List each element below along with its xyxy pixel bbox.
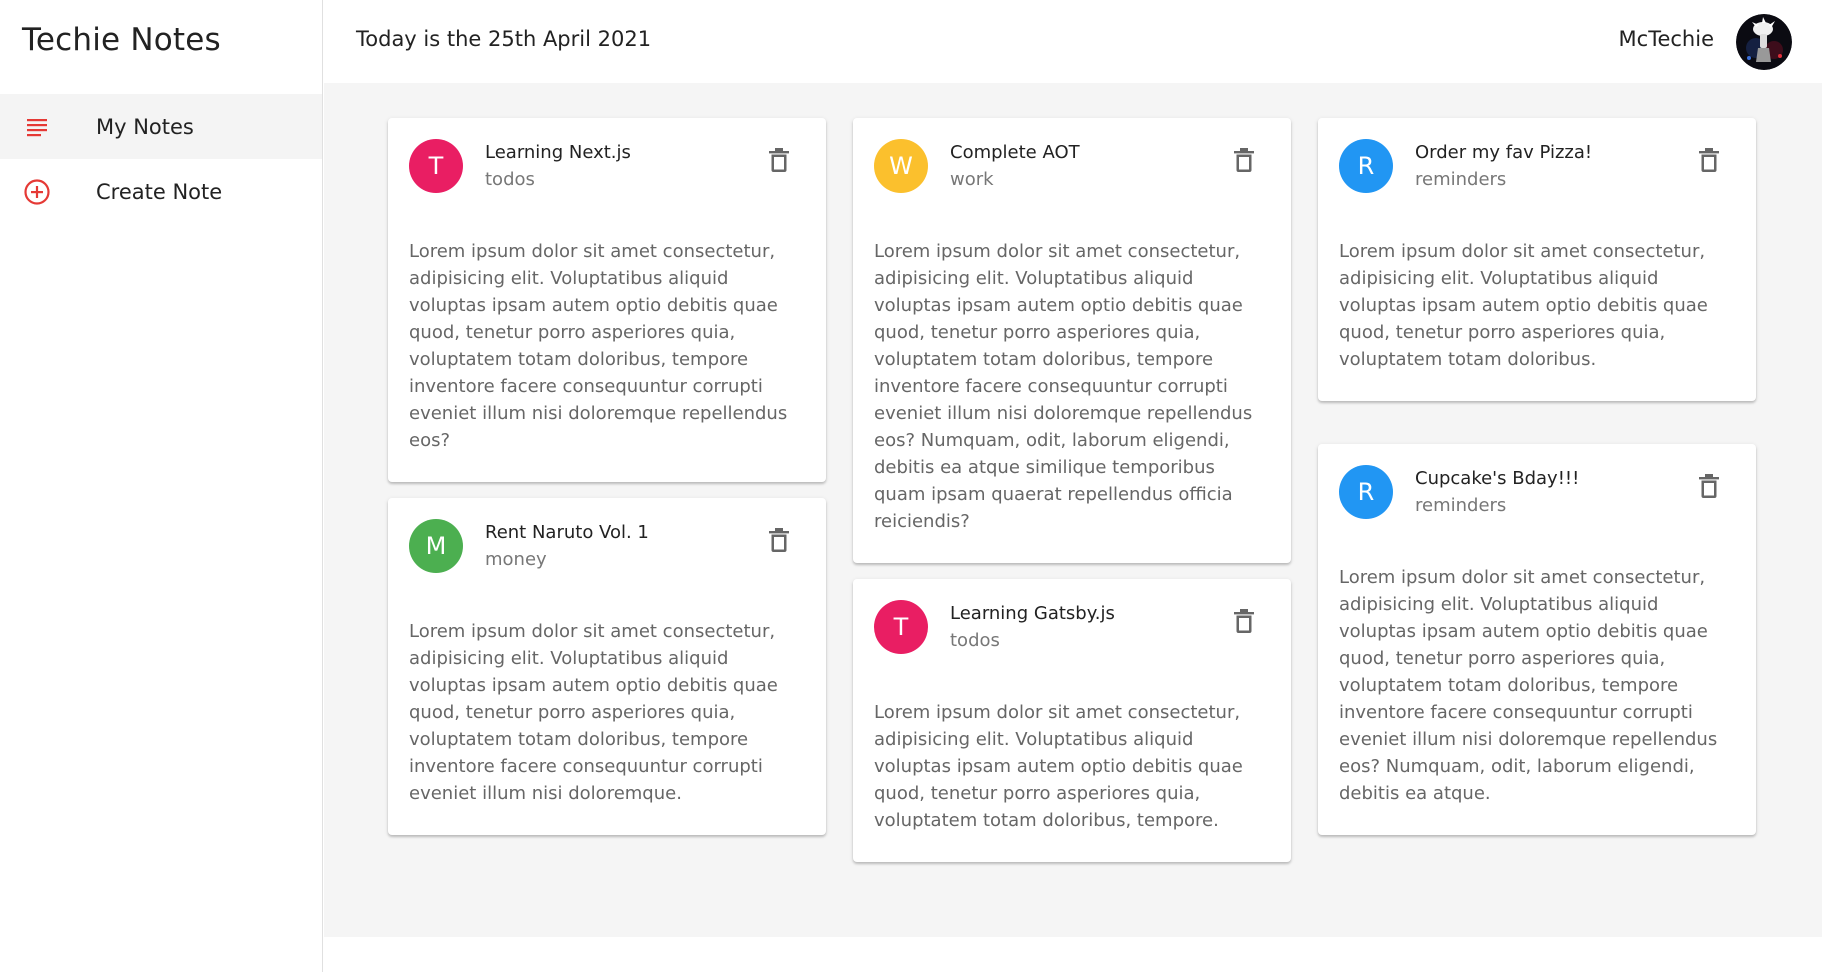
subject-icon (23, 113, 51, 141)
note-body: Lorem ipsum dolor sit amet consectetur, … (1339, 241, 1708, 370)
note-avatar: M (409, 519, 463, 573)
sidebar-nav: My Notes Create Note (0, 94, 322, 224)
note-card: T Learning Next.js todos Lorem ipsum dol… (388, 118, 826, 482)
card-header: R Cupcake's Bday!!! reminders (1318, 444, 1756, 564)
trash-icon (769, 528, 789, 552)
card-header: T Learning Next.js todos (388, 118, 826, 238)
note-title: Cupcake's Bday!!! (1415, 468, 1580, 489)
delete-button[interactable] (1230, 145, 1258, 175)
app-title: Techie Notes (22, 22, 221, 58)
note-body: Lorem ipsum dolor sit amet consectetur, … (1339, 567, 1718, 804)
note-category: todos (485, 169, 535, 190)
trash-icon (1699, 148, 1719, 172)
note-category: reminders (1415, 169, 1507, 190)
note-category: reminders (1415, 495, 1507, 516)
note-card: R Order my fav Pizza! reminders Lorem ip… (1318, 118, 1756, 401)
app-root: Techie Notes My Notes Create Note Today … (0, 0, 1822, 972)
note-card: T Learning Gatsby.js todos Lorem ipsum d… (853, 579, 1291, 862)
user-avatar[interactable] (1736, 14, 1792, 70)
delete-button[interactable] (1695, 145, 1723, 175)
card-header: W Complete AOT work (853, 118, 1291, 238)
delete-button[interactable] (1230, 606, 1258, 636)
trash-icon (769, 148, 789, 172)
note-category: money (485, 549, 547, 570)
note-title: Learning Gatsby.js (950, 603, 1115, 624)
sidebar-item-label: Create Note (96, 179, 223, 204)
note-body: Lorem ipsum dolor sit amet consectetur, … (874, 702, 1243, 831)
sidebar-item-create-note[interactable]: Create Note (0, 159, 322, 224)
delete-button[interactable] (765, 525, 793, 555)
note-body: Lorem ipsum dolor sit amet consectetur, … (874, 241, 1253, 532)
note-title: Order my fav Pizza! (1415, 142, 1593, 163)
add-circle-icon (23, 178, 51, 206)
sidebar-item-label: My Notes (96, 114, 194, 139)
trash-icon (1234, 609, 1254, 633)
top-app-bar: Today is the 25th April 2021 McTechie (324, 0, 1822, 83)
note-category: work (950, 169, 994, 190)
date-text: Today is the 25th April 2021 (356, 27, 652, 51)
note-avatar: W (874, 139, 928, 193)
trash-icon (1699, 474, 1719, 498)
trash-icon (1234, 148, 1254, 172)
delete-button[interactable] (765, 145, 793, 175)
note-body: Lorem ipsum dolor sit amet consectetur, … (409, 621, 778, 804)
note-title: Learning Next.js (485, 142, 631, 163)
note-card: M Rent Naruto Vol. 1 money Lorem ipsum d… (388, 498, 826, 835)
avatar-image-icon (1736, 14, 1792, 70)
note-body: Lorem ipsum dolor sit amet consectetur, … (409, 241, 788, 451)
card-header: T Learning Gatsby.js todos (853, 579, 1291, 699)
note-card: R Cupcake's Bday!!! reminders Lorem ipsu… (1318, 444, 1756, 835)
delete-button[interactable] (1695, 471, 1723, 501)
sidebar-item-my-notes[interactable]: My Notes (0, 94, 322, 159)
note-avatar: R (1339, 139, 1393, 193)
sidebar: Techie Notes My Notes Create Note (0, 0, 323, 972)
note-category: todos (950, 630, 1000, 651)
username: McTechie (1618, 27, 1714, 51)
card-header: R Order my fav Pizza! reminders (1318, 118, 1756, 238)
notes-grid: T Learning Next.js todos Lorem ipsum dol… (324, 83, 1822, 937)
note-avatar: T (409, 139, 463, 193)
note-title: Complete AOT (950, 142, 1080, 163)
card-header: M Rent Naruto Vol. 1 money (388, 498, 826, 618)
note-card: W Complete AOT work Lorem ipsum dolor si… (853, 118, 1291, 563)
note-title: Rent Naruto Vol. 1 (485, 522, 649, 543)
note-avatar: R (1339, 465, 1393, 519)
note-avatar: T (874, 600, 928, 654)
